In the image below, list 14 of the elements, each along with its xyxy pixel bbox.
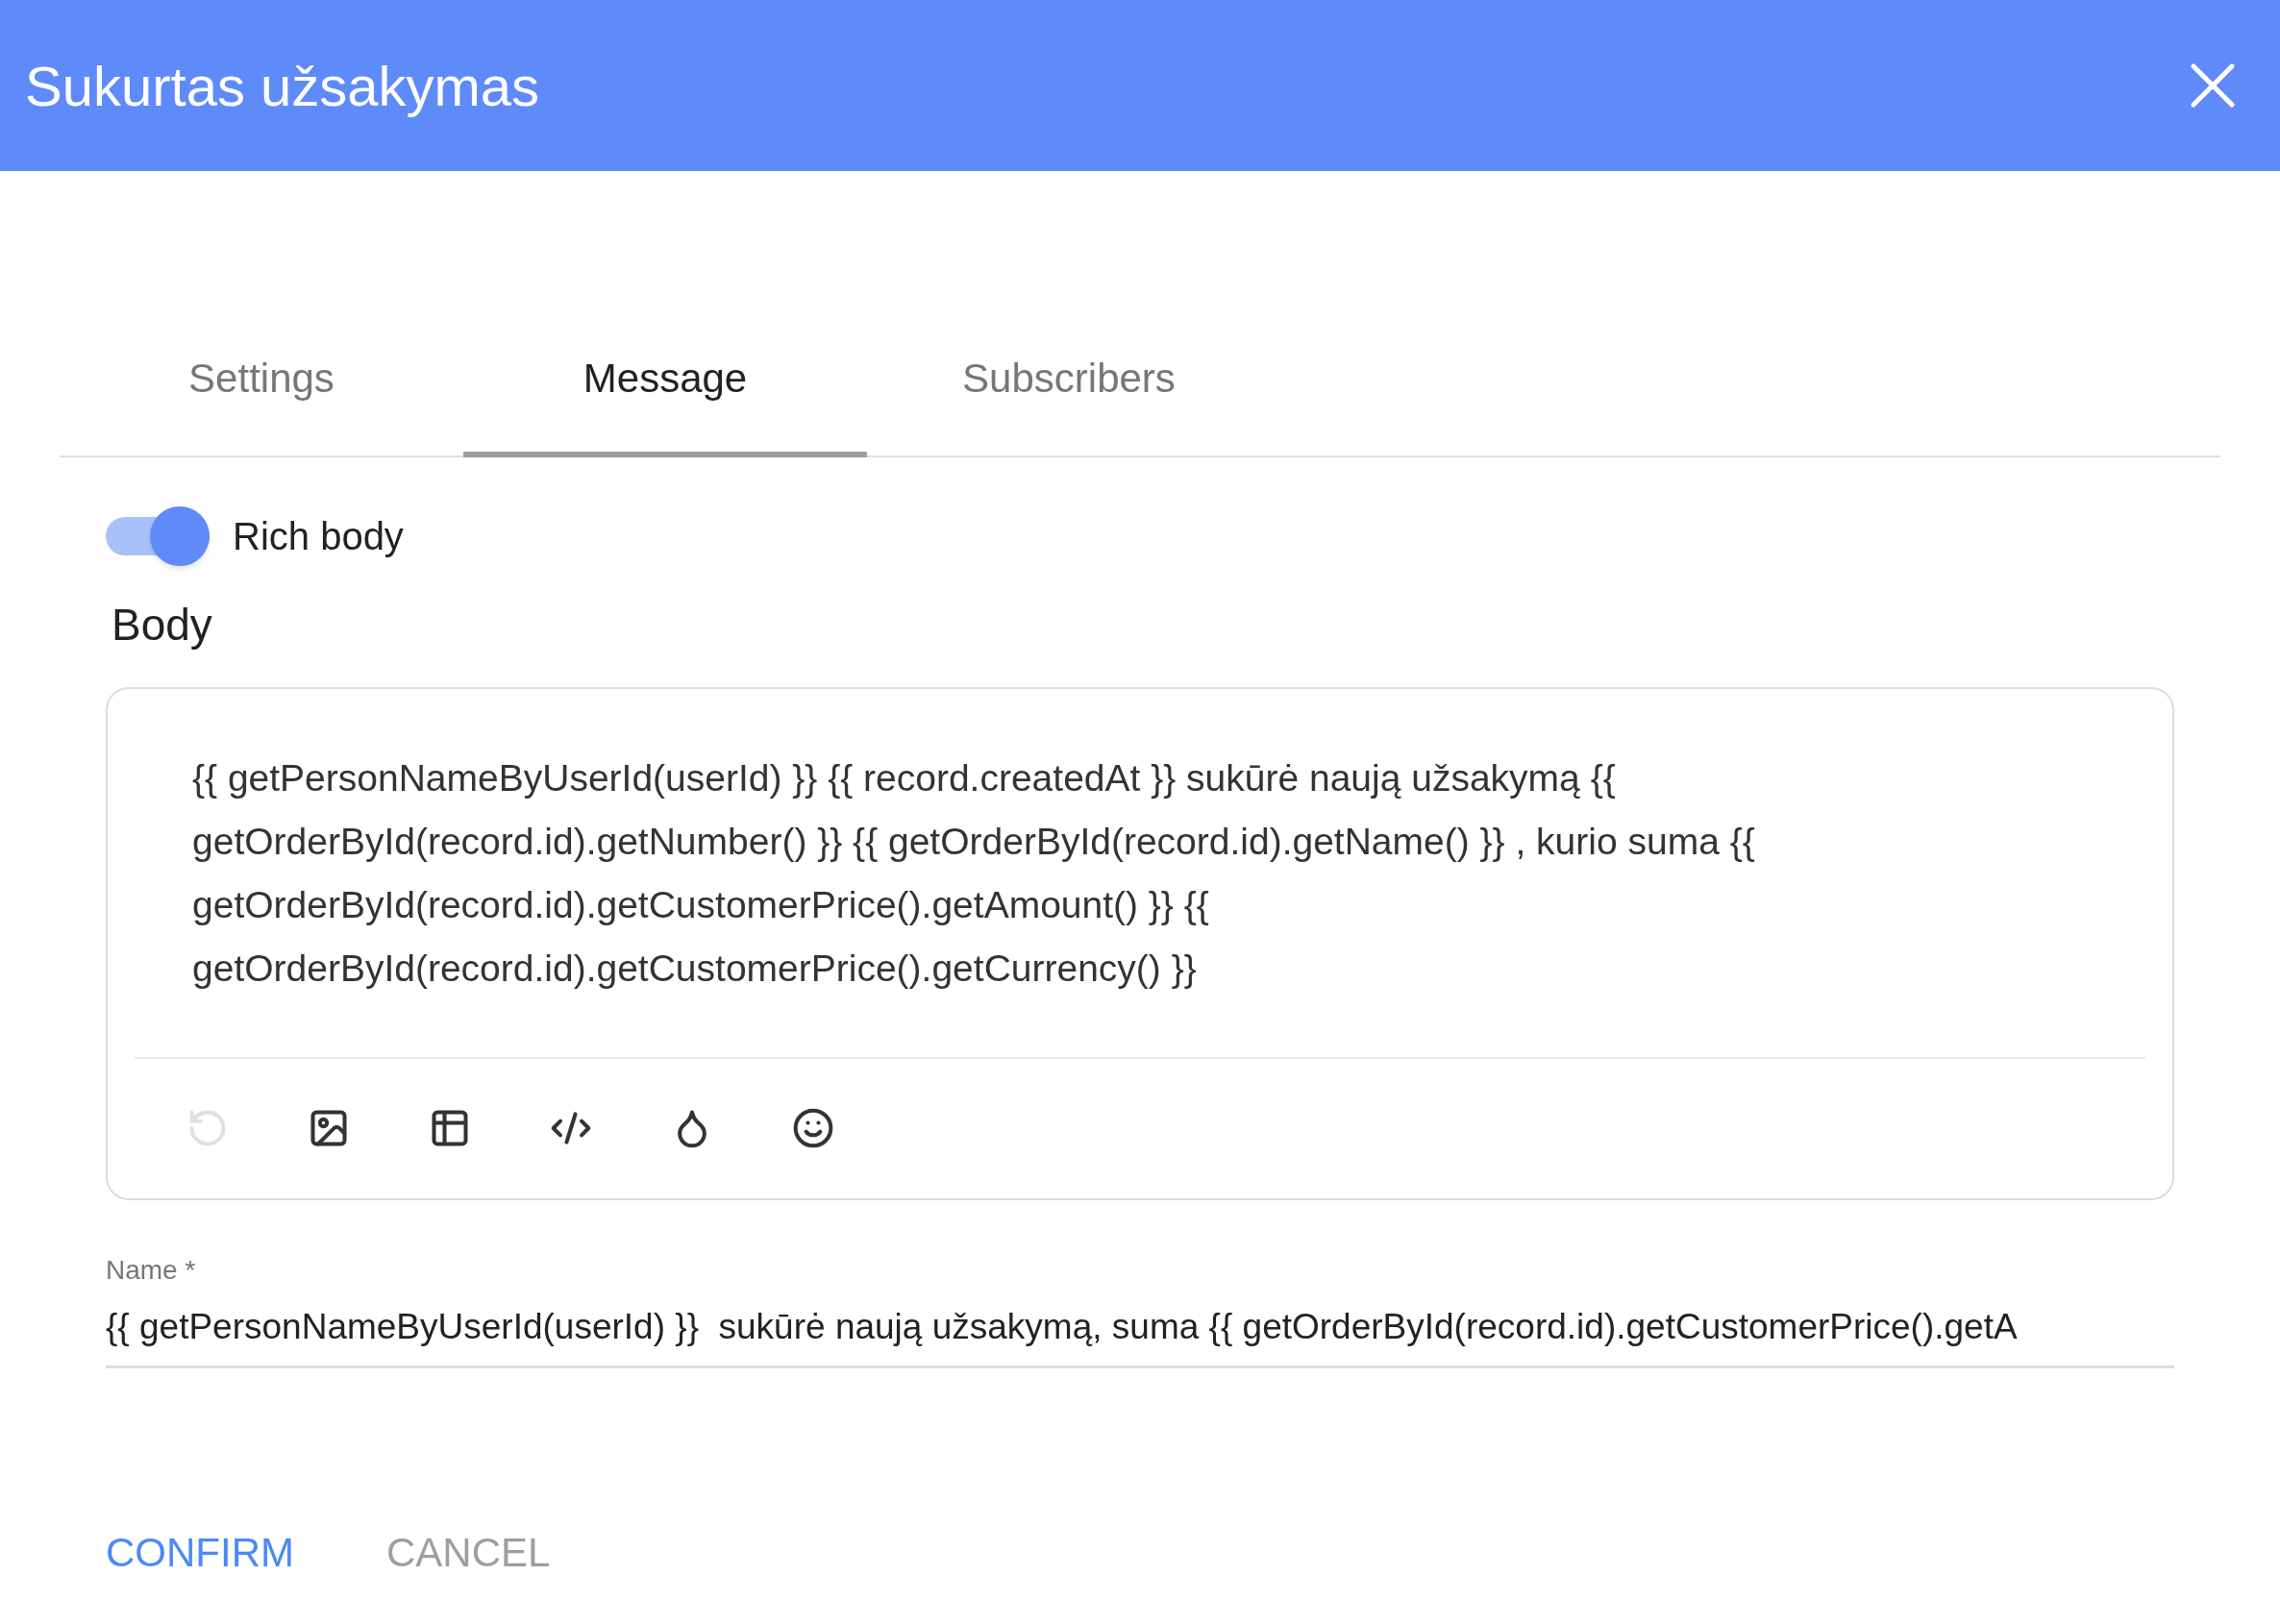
cancel-button[interactable]: CANCEL [386, 1521, 551, 1583]
body-label: Body [112, 599, 213, 652]
toggle-switch[interactable] [106, 505, 210, 567]
name-field[interactable]: {{ getPersonNameByUserId(userId) }} sukūrė naują užsakymą, suma {{ getOrderById(record.id).getCustomerPrice().getA [106, 1300, 2174, 1368]
toggle-label: Rich body [233, 514, 404, 559]
rich-text-editor[interactable] [106, 687, 2174, 1200]
smiley-icon [792, 1107, 834, 1150]
tab[interactable]: Subscribers [867, 315, 1271, 457]
confirm-button[interactable]: CONFIRM [106, 1521, 294, 1583]
body-text: {{ getPersonNameByUserId(userId) }} {{ record.createdAt }} sukūrė naują užsakymą {{ getOrderById(record.id).getNumber() }} {{ getOrderById(record.id).getName() }} , kurio suma {{ getOrderById(record.id).getCustomerPrice().getAmount() }} {{ getOrderById(record.id).getCustomerPrice().getCurrency() }} [192, 756, 1756, 991]
field-label: Name * [106, 1254, 197, 1287]
tab[interactable]: Message [463, 315, 867, 457]
dialog-title: Sukurtas užsakymas [25, 53, 540, 119]
tab[interactable]: Settings [60, 315, 463, 457]
